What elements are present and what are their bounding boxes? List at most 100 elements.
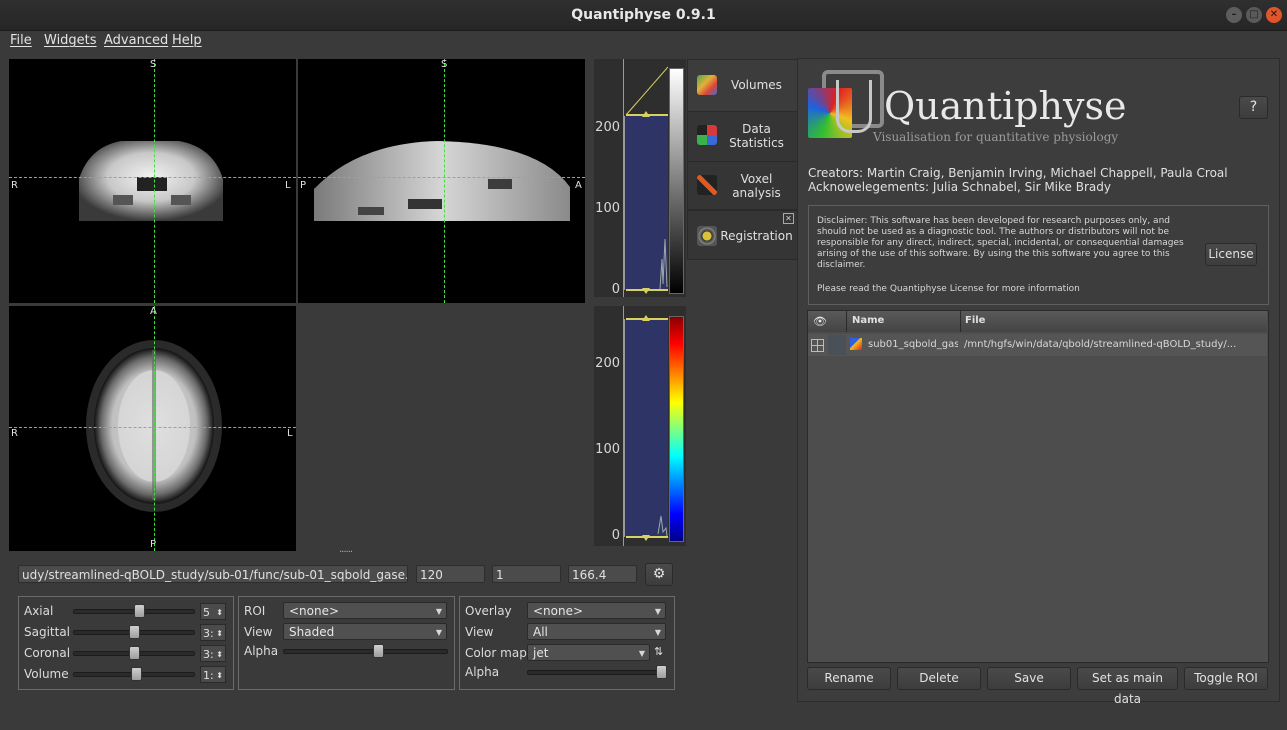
- coord-x-field[interactable]: 120: [416, 565, 485, 583]
- colormap-swap-icon[interactable]: ⇅: [654, 645, 663, 658]
- voxel-value-field[interactable]: 166.4: [568, 565, 637, 583]
- crosshair-horizontal: [298, 177, 585, 178]
- overlay-alpha-slider-handle[interactable]: [656, 665, 667, 679]
- tab-volumes[interactable]: Volumes: [687, 59, 798, 112]
- delete-button[interactable]: Delete: [897, 667, 981, 690]
- visibility-eye-icon[interactable]: 👁: [813, 315, 827, 328]
- grid-icon[interactable]: [811, 339, 824, 352]
- coronal-slider-handle[interactable]: [129, 646, 140, 660]
- help-button[interactable]: ?: [1239, 96, 1268, 119]
- menu-widgets[interactable]: Widgets: [44, 33, 97, 48]
- overlay-view-select[interactable]: All ▼: [527, 623, 666, 640]
- hist-tick-0: 0: [611, 528, 620, 543]
- orientation-label-bottom: P: [150, 539, 157, 550]
- volume-slider-handle[interactable]: [131, 667, 142, 681]
- tab-voxel-analysis-label: Voxel analysis: [732, 172, 781, 200]
- overlay-select[interactable]: <none> ▼: [527, 602, 666, 619]
- minimize-button[interactable]: –: [1226, 7, 1242, 23]
- orientation-label-top: A: [150, 306, 157, 317]
- tab-data-statistics[interactable]: Data Statistics: [687, 111, 798, 163]
- chevron-down-icon: ▼: [638, 649, 645, 658]
- header-name[interactable]: Name: [852, 315, 884, 326]
- row-visibility-cell[interactable]: [828, 335, 846, 355]
- hist-tick-100: 100: [595, 201, 620, 216]
- orientation-label-top: S: [441, 59, 448, 70]
- disclaimer-text: Disclaimer: This software has been devel…: [817, 216, 1184, 270]
- file-path-field[interactable]: udy/streamlined-qBOLD_study/sub-01/func/…: [18, 565, 408, 583]
- orientation-label-left: P: [300, 180, 307, 191]
- crosshair-vertical: [444, 59, 445, 303]
- rename-button[interactable]: Rename: [807, 667, 891, 690]
- roi-alpha-label: Alpha: [244, 644, 279, 658]
- orientation-label-left: R: [11, 180, 18, 191]
- hist-tick-200: 200: [595, 120, 620, 135]
- data-table[interactable]: [807, 310, 1269, 663]
- chevron-down-icon: ▼: [654, 628, 661, 637]
- menu-advanced[interactable]: Advanced: [104, 33, 168, 48]
- splitter-handle[interactable]: ......: [339, 544, 353, 555]
- tab-registration[interactable]: Registration ✕: [687, 210, 798, 260]
- maximize-button[interactable]: □: [1246, 7, 1262, 23]
- sagittal-view[interactable]: S P A: [298, 59, 585, 303]
- coronal-spinbox[interactable]: 3: ⬍: [200, 645, 226, 662]
- roi-alpha-slider[interactable]: [283, 649, 448, 654]
- axial-value: 5: [203, 606, 210, 619]
- menu-file[interactable]: File: [10, 33, 32, 48]
- close-tab-icon[interactable]: ✕: [783, 213, 794, 224]
- sagittal-spinbox[interactable]: 3: ⬍: [200, 624, 226, 641]
- menu-help[interactable]: Help: [172, 33, 202, 48]
- hist-levels: [626, 315, 668, 541]
- close-button[interactable]: ✕: [1266, 7, 1282, 23]
- axial-spinbox[interactable]: 5 ⬍: [200, 603, 226, 620]
- hist-levels: [625, 66, 668, 294]
- hist-tick-100: 100: [595, 442, 620, 457]
- tab-data-statistics-label: Data Statistics: [729, 122, 784, 150]
- orientation-label-right: A: [575, 180, 582, 191]
- coronal-slice-image: [79, 141, 223, 221]
- row-file: /mnt/hgfs/win/data/qbold/streamlined-qBO…: [964, 339, 1237, 350]
- histogram-main[interactable]: 200 100 0: [594, 59, 686, 297]
- registration-icon: [697, 226, 717, 246]
- license-button[interactable]: License: [1205, 243, 1257, 266]
- volume-label: Volume: [24, 667, 69, 681]
- roi-select-value: <none>: [289, 604, 340, 618]
- logo-subtitle: Visualisation for quantitative physiolog…: [873, 130, 1119, 144]
- overlay-view-label: View: [465, 625, 494, 639]
- volumes-icon: [697, 75, 717, 95]
- toggle-roi-button[interactable]: Toggle ROI: [1184, 667, 1268, 690]
- axial-view[interactable]: A P R L: [9, 306, 296, 551]
- orientation-label-top: S: [150, 59, 157, 70]
- overlay-label: Overlay: [465, 604, 512, 618]
- roi-select[interactable]: <none> ▼: [283, 602, 447, 619]
- overlay-alpha-slider[interactable]: [527, 670, 667, 675]
- coronal-view[interactable]: S R L: [9, 59, 296, 303]
- quantiphyse-logo-icon: [808, 70, 884, 140]
- acknowledgements-text: Acknowelegements: Julia Schnabel, Sir Mi…: [808, 180, 1111, 194]
- save-button[interactable]: Save: [987, 667, 1071, 690]
- set-main-data-button[interactable]: Set as main data: [1077, 667, 1178, 706]
- window-title: Quantiphyse 0.9.1: [571, 7, 716, 23]
- header-file[interactable]: File: [965, 315, 985, 326]
- tab-volumes-label: Volumes: [731, 78, 782, 92]
- row-name: sub01_sqbold_gase: [868, 339, 958, 350]
- histogram-overlay[interactable]: 200 100 0: [594, 306, 686, 546]
- grayscale-colorbar: [669, 68, 684, 294]
- settings-gear-icon[interactable]: ⚙: [645, 563, 673, 586]
- coord-y-field[interactable]: 1: [492, 565, 561, 583]
- sagittal-slider-handle[interactable]: [129, 625, 140, 639]
- roi-view-label: View: [244, 625, 273, 639]
- roi-view-select[interactable]: Shaded ▼: [283, 623, 447, 640]
- hist-tick-200: 200: [595, 356, 620, 371]
- colormap-select[interactable]: jet ▼: [527, 644, 650, 661]
- volume-spinbox[interactable]: 1: ⬍: [200, 666, 226, 683]
- roi-alpha-slider-handle[interactable]: [373, 644, 384, 658]
- logo-title: Quantiphyse: [884, 84, 1127, 128]
- axial-slider-handle[interactable]: [134, 604, 145, 618]
- header-divider: [960, 311, 961, 332]
- chevron-down-icon: ▼: [435, 628, 442, 637]
- header-divider: [846, 311, 847, 332]
- axial-label: Axial: [24, 604, 54, 618]
- creators-text: Creators: Martin Craig, Benjamin Irving,…: [808, 166, 1228, 180]
- tab-voxel-analysis[interactable]: Voxel analysis: [687, 161, 798, 210]
- overlay-view-value: All: [533, 625, 548, 639]
